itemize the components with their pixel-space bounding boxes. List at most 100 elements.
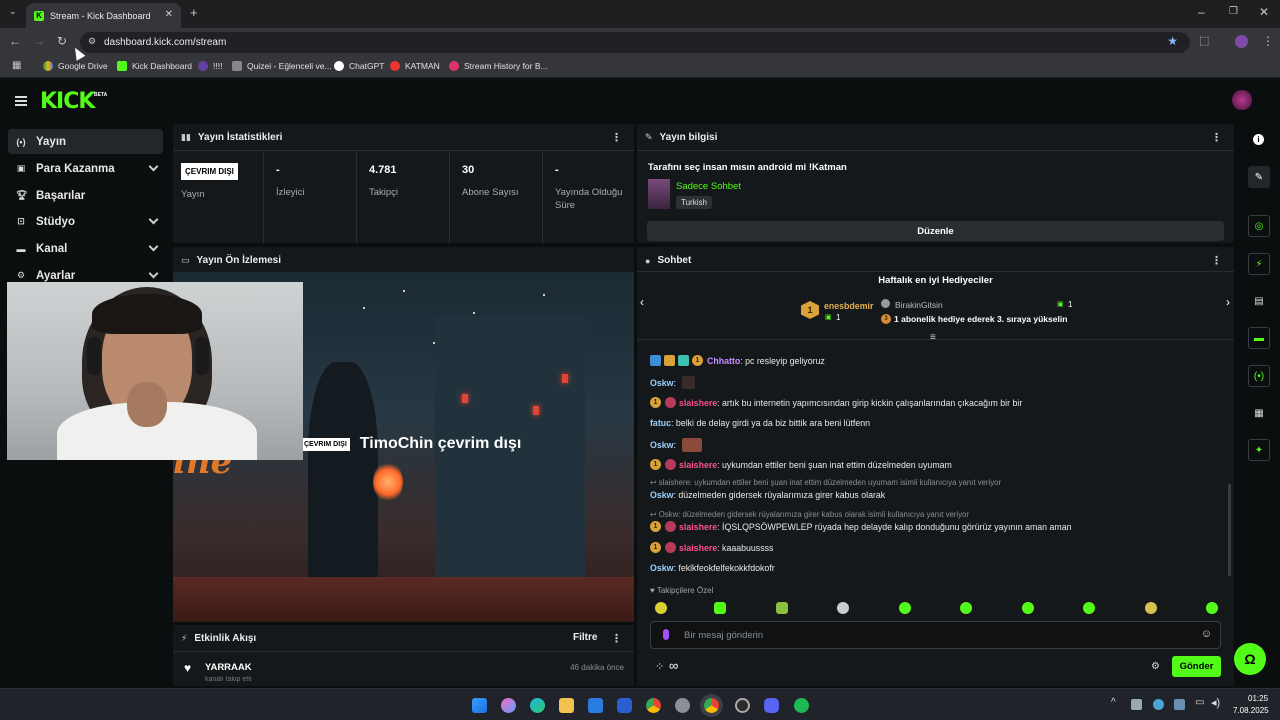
back-icon[interactable]: ← [9,34,21,48]
chrome-active-icon[interactable] [704,698,719,713]
maximize-icon[interactable]: ❐ [1229,6,1238,17]
filter-button[interactable]: Filtre [573,632,597,643]
more-options-icon[interactable]: ⋮ [611,131,622,144]
chat-message[interactable]: Oskw : [650,438,702,452]
sidebar-item-kanal[interactable]: ▬ Kanal [8,236,163,261]
browser-menu-icon[interactable]: ⋮ [1262,34,1274,48]
chat-username[interactable]: Chhatto [707,356,740,366]
edit-button[interactable]: Düzenle [647,221,1224,241]
chat-message[interactable]: 1 Chhatto : pc resleyip geliyoruz [650,355,825,366]
chat-username[interactable]: slaishere [679,460,717,470]
chat-input-box[interactable]: Bir mesaj gönderin ☺ [650,621,1221,649]
bookmark-exclaim[interactable]: !!!! [198,61,222,71]
forward-icon[interactable]: → [33,34,45,48]
chat-username[interactable]: Oskw [650,563,673,573]
emoji-icon[interactable]: ☺ [1201,628,1212,640]
chat-username[interactable]: fatuc [650,418,671,428]
tray-app-icon[interactable] [1174,699,1185,710]
clock-time[interactable]: 01:25 [1248,694,1268,703]
hamburger-menu-icon[interactable] [15,96,27,106]
emote-icon[interactable] [1145,602,1157,614]
emote-icon[interactable] [899,602,911,614]
reload-icon[interactable]: ↻ [57,34,67,48]
more-options-icon[interactable]: ⋮ [611,632,622,645]
help-chat-button[interactable]: Ω [1234,643,1266,675]
app-icon[interactable] [617,698,632,713]
clock-date[interactable]: 7.08.2025 [1233,706,1269,715]
new-tab-icon[interactable]: + [190,5,198,20]
emote-icon[interactable] [776,602,788,614]
rail-chat-button[interactable]: ▬ [1248,327,1270,349]
url-bar[interactable]: ⚙ dashboard.kick.com/stream ★ [80,32,1190,53]
category-link[interactable]: Sadece Sohbet [676,181,741,192]
info-icon[interactable]: i [1253,134,1264,145]
emote-icon[interactable] [1206,602,1218,614]
chat-username[interactable]: Oskw [650,490,673,500]
sidebar-item-studyo[interactable]: ⊡ Stüdyo [8,209,163,234]
chat-message[interactable]: 1 slaishere : kaaabuussss [650,542,773,553]
send-button[interactable]: Gönder [1172,656,1221,677]
edge-icon[interactable] [530,698,545,713]
kick-logo[interactable]: KICK [40,89,95,114]
chat-message[interactable]: Oskw : [650,376,695,389]
emote-icon[interactable] [714,602,726,614]
apps-grid-icon[interactable]: ▦ [12,60,21,71]
spotify-icon[interactable] [794,698,809,713]
emote-icon[interactable] [655,602,667,614]
chevron-left-icon[interactable]: ‹ [640,295,644,309]
chat-username[interactable]: Oskw [650,378,673,388]
infinity-icon[interactable]: ∞ [669,658,678,673]
minimize-icon[interactable]: – [1198,5,1205,19]
emote-icon[interactable] [1083,602,1095,614]
copilot-icon[interactable] [501,698,516,713]
rail-broadcast-button[interactable]: (•) [1248,365,1270,387]
bookmark-quizei[interactable]: Quizei - Eğlenceli ve... [232,61,332,71]
tab-search-icon[interactable]: ⌄ [9,6,17,17]
chat-message[interactable]: Oskw : feklkfeokfelfekokkfdokofr [650,563,775,573]
collapse-icon[interactable]: ≡ [930,332,936,343]
bookmark-star-icon[interactable]: ★ [1167,34,1178,48]
bookmark-stream-history[interactable]: Stream History for B... [449,61,548,71]
tray-app-icon[interactable] [1153,699,1164,710]
browser-tab[interactable]: K Stream - Kick Dashboard ✕ [26,3,181,28]
sidebar-item-yayin[interactable]: (•) Yayın [8,129,163,154]
close-window-icon[interactable]: ✕ [1259,5,1269,19]
gifter-name[interactable]: enesbdemir [824,301,873,311]
chevron-right-icon[interactable]: › [1226,295,1230,309]
bookmark-katman[interactable]: KATMAN [390,61,440,71]
profile-avatar-icon[interactable] [1235,35,1248,48]
sidebar-item-basarilar[interactable]: 🏆︎ Başarılar [8,183,163,208]
rail-bolt-button[interactable]: ⚡︎ [1248,253,1270,275]
chat-message[interactable]: 1 slaishere : uykumdan ettiler beni şuan… [650,459,952,470]
store-icon[interactable] [588,698,603,713]
site-info-icon[interactable]: ⚙ [88,36,96,47]
rail-doc-button[interactable]: ▤ [1248,290,1270,312]
volume-icon[interactable]: ◂) [1211,696,1220,709]
rail-target-button[interactable]: ◎ [1248,215,1270,237]
emote-icon[interactable] [1022,602,1034,614]
start-icon[interactable] [472,698,487,713]
chat-message[interactable]: Oskw : düzelmeden gidersek rüyalarımıza … [650,490,885,500]
file-explorer-icon[interactable] [559,698,574,713]
chat-username[interactable]: Oskw [650,440,673,450]
rail-wrench-button[interactable]: ✦ [1248,439,1270,461]
chat-username[interactable]: slaishere [679,398,717,408]
settings-app-icon[interactable] [675,698,690,713]
rail-edit-button[interactable]: ✎ [1248,166,1270,188]
chat-message[interactable]: 1 slaishere : İQSLQPSÖWPEWLEP rüyada hep… [650,521,1072,532]
bookmark-kick-dashboard[interactable]: Kick Dashboard [117,61,192,71]
tray-app-icon[interactable] [1131,699,1142,710]
network-icon[interactable]: ▭ [1195,697,1204,708]
chat-username[interactable]: slaishere [679,543,717,553]
chat-username[interactable]: slaishere [679,522,717,532]
rail-layers-button[interactable]: ▦ [1248,402,1270,424]
discord-icon[interactable] [764,698,779,713]
more-options-icon[interactable]: ⋮ [1211,131,1222,144]
gifter-name[interactable]: BirakinGitsin [895,300,943,310]
extensions-icon[interactable]: ⬚ [1199,34,1209,47]
bookmark-google-drive[interactable]: Google Drive [43,61,108,71]
tray-chevron-icon[interactable]: ^ [1111,697,1116,708]
user-avatar[interactable] [1232,90,1252,110]
emote-icon[interactable] [960,602,972,614]
chat-settings-icon[interactable]: ⚙ [1151,661,1160,672]
